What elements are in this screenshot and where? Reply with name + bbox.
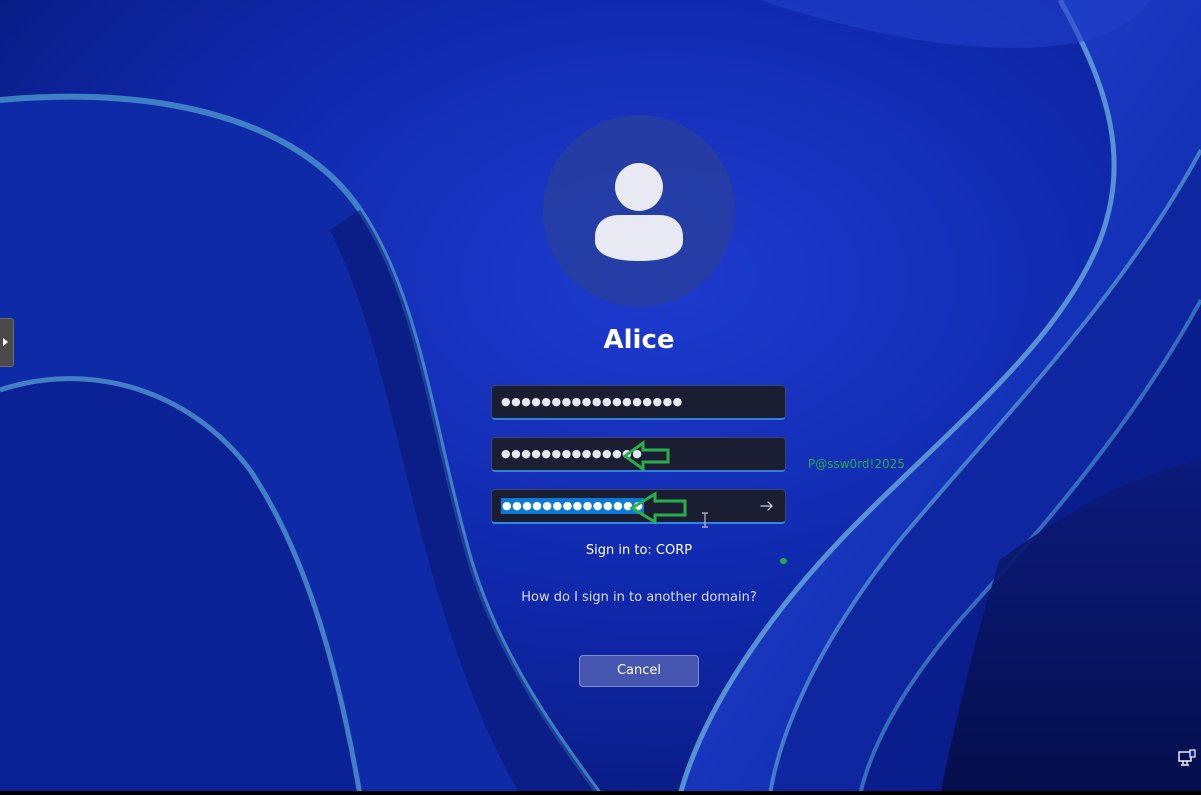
text-cursor-icon bbox=[702, 512, 708, 528]
username-field[interactable]: ●●●●●●●●●●●●●●●●●● bbox=[491, 385, 786, 420]
annotation-arrow-icon bbox=[622, 440, 670, 472]
username-masked-value: ●●●●●●●●●●●●●●●●●● bbox=[501, 395, 683, 408]
user-avatar bbox=[543, 115, 735, 307]
confirm-password-selected-value: ●●●●●●●●●●●●●● bbox=[501, 498, 645, 514]
user-silhouette-icon bbox=[595, 163, 683, 261]
sign-in-domain-label: Sign in to: CORP bbox=[585, 543, 693, 558]
user-name: Alice bbox=[603, 325, 675, 355]
bottom-edge bbox=[0, 791, 1201, 795]
annotation-arrow-icon bbox=[629, 491, 687, 525]
annotation-password-note: P@ssw0rd!2025 bbox=[808, 457, 905, 471]
lock-screen: Alice ●●●●●●●●●●●●●●●●●● ●●●●●●●●●●●●●● … bbox=[0, 0, 1201, 795]
side-panel-toggle[interactable] bbox=[0, 318, 14, 367]
other-domain-link[interactable]: How do I sign in to another domain? bbox=[470, 589, 808, 607]
arrow-right-icon[interactable] bbox=[759, 498, 775, 514]
triangle-right-icon bbox=[3, 338, 8, 346]
network-icon[interactable] bbox=[1177, 749, 1197, 769]
cancel-button[interactable]: Cancel bbox=[579, 655, 699, 687]
